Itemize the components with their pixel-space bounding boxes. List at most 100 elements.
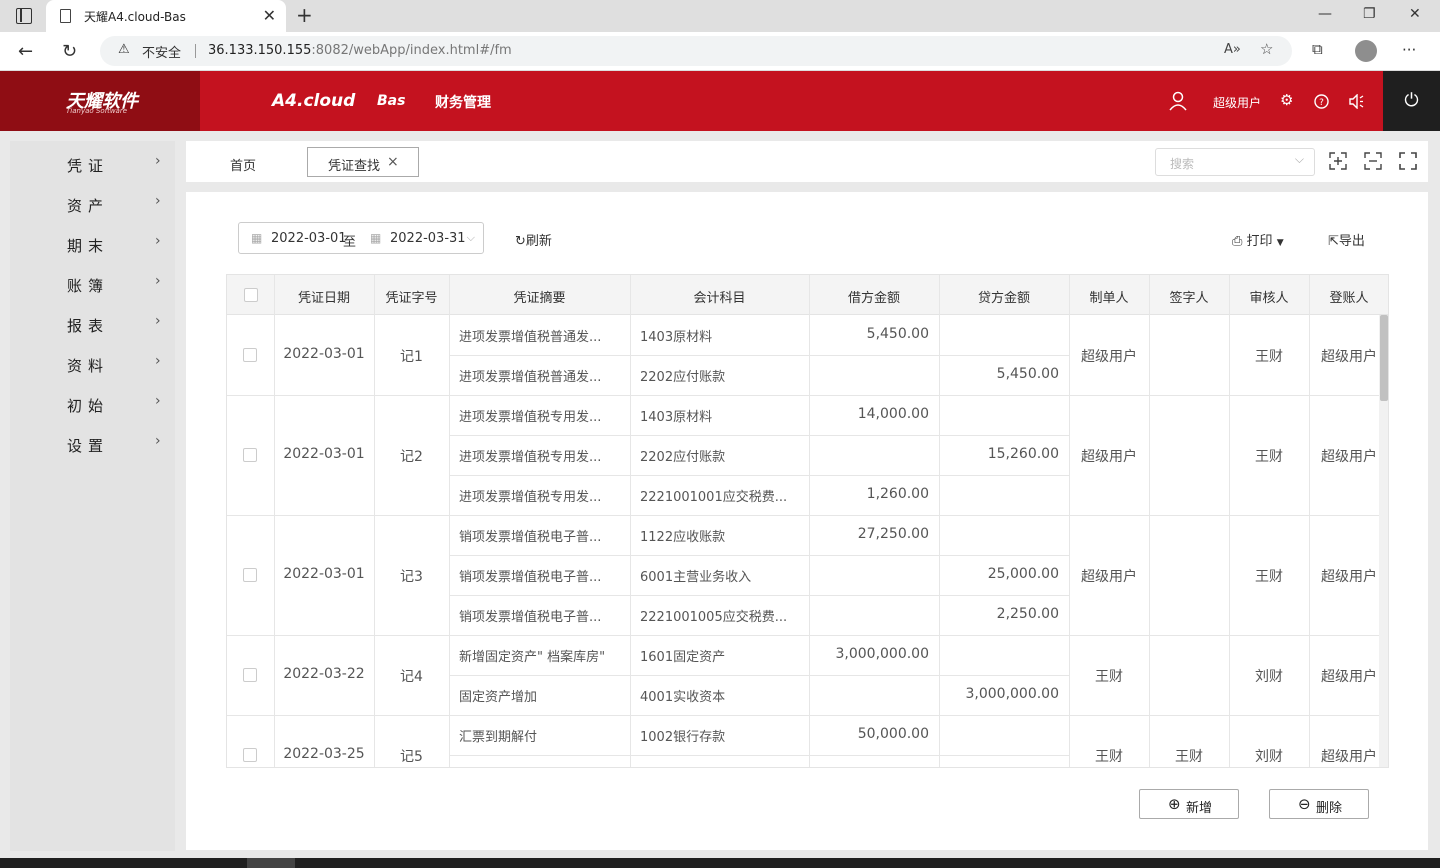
sidebar-item-settings[interactable]: 设置 › (10, 423, 175, 463)
voucher-number: 记2 (400, 449, 423, 465)
row-divider (227, 515, 1379, 516)
new-tab-icon[interactable]: + (296, 3, 313, 27)
column-header[interactable]: 凭证字号 (374, 287, 449, 306)
search-input[interactable]: 搜索 ⌵ (1155, 148, 1315, 176)
user-name[interactable]: 超级用户 (1213, 94, 1261, 111)
svg-text:?: ? (1319, 98, 1324, 108)
close-icon[interactable]: × (387, 154, 399, 170)
maker-name: 超级用户 (1081, 569, 1137, 585)
line-summary: 新增固定资产" 档案库房" (459, 650, 606, 665)
line-summary: 进项发票增值税专用发... (459, 490, 602, 505)
column-divider (630, 275, 631, 767)
auditor-name: 刘财 (1255, 749, 1283, 765)
sidebar-item-ledger[interactable]: 账簿 › (10, 263, 175, 303)
column-header[interactable]: 会计科目 (630, 287, 809, 306)
tab-label: 凭证查找 (328, 159, 381, 174)
chevron-right-icon: › (155, 273, 161, 289)
close-tab-icon[interactable]: ✕ (263, 6, 276, 25)
scrollbar-thumb[interactable] (1380, 315, 1388, 401)
minimize-icon[interactable]: — (1318, 6, 1332, 22)
restore-icon[interactable]: ❐ (1363, 6, 1376, 22)
zoom-out-icon[interactable] (1364, 152, 1382, 170)
section-name[interactable]: 财务管理 (435, 92, 491, 112)
fullscreen-icon[interactable] (1399, 152, 1417, 170)
chevron-right-icon: › (155, 153, 161, 169)
add-button[interactable]: ⊕ 新增 (1139, 789, 1239, 819)
column-header[interactable]: 登账人 (1309, 287, 1388, 306)
line-summary: 进项发票增值税专用发... (459, 450, 602, 465)
tab-home[interactable]: 首页 (230, 155, 256, 174)
power-button[interactable]: ⏻ (1383, 71, 1440, 131)
calendar-icon: ▦ (251, 231, 263, 245)
speaker-icon[interactable] (1348, 94, 1364, 109)
profile-avatar[interactable] (1355, 40, 1377, 62)
row-checkbox[interactable] (243, 748, 257, 762)
line-account: 6001主营业务收入 (640, 570, 752, 585)
column-header[interactable]: 凭证摘要 (449, 287, 630, 306)
sidebar-item-label: 资料 (67, 357, 110, 375)
select-all-checkbox[interactable] (244, 288, 258, 302)
caret-down-icon: ▼ (1276, 238, 1284, 248)
reload-icon[interactable]: ↻ (62, 41, 77, 62)
zoom-in-icon[interactable] (1329, 152, 1347, 170)
scrollbar[interactable] (1379, 315, 1388, 767)
row-checkbox[interactable] (243, 348, 257, 362)
column-header[interactable]: 凭证日期 (274, 287, 374, 306)
sidebar-item-data[interactable]: 资料 › (10, 343, 175, 383)
taskbar-active-app[interactable] (247, 858, 295, 868)
delete-label: 删除 (1316, 801, 1343, 816)
sidebar-item-label: 初始 (67, 397, 110, 415)
row-checkbox[interactable] (243, 568, 257, 582)
settings-icon[interactable]: ⚙ (1280, 91, 1293, 109)
column-divider (449, 275, 450, 767)
back-icon[interactable]: ← (18, 41, 33, 62)
url-input[interactable]: ⚠ 不安全 36.133.150.155:8082/webApp/index.h… (100, 36, 1292, 66)
sidebar-item-label: 资产 (67, 197, 110, 215)
tab-voucher-search[interactable]: 凭证查找 × (307, 147, 419, 177)
column-divider (1229, 275, 1230, 767)
collections-icon[interactable]: ⧉ (1312, 40, 1323, 58)
module-name[interactable]: Bas (377, 93, 405, 109)
user-icon[interactable] (1169, 91, 1187, 111)
date-end: 2022-03-31 (390, 231, 466, 246)
tab-actions-icon[interactable] (16, 8, 32, 24)
help-icon[interactable]: ? (1314, 94, 1329, 109)
voucher-date: 2022-03-22 (283, 666, 365, 682)
row-divider (227, 395, 1379, 396)
line-account: 1403原材料 (640, 410, 713, 425)
chevron-right-icon: › (155, 393, 161, 409)
url-host: 36.133.150.155 (208, 43, 312, 58)
auditor-name: 王财 (1255, 569, 1283, 585)
read-aloud-icon[interactable]: A» (1224, 42, 1241, 57)
column-header[interactable]: 制单人 (1069, 287, 1149, 306)
column-header[interactable]: 审核人 (1229, 287, 1309, 306)
close-window-icon[interactable]: ✕ (1409, 6, 1421, 22)
browser-tab[interactable]: 天耀A4.cloud-Bas ✕ (46, 0, 286, 32)
column-header[interactable]: 借方金额 (809, 287, 939, 306)
credit-amount: 15,260.00 (987, 446, 1059, 462)
sidebar-item-initial[interactable]: 初始 › (10, 383, 175, 423)
maker-name: 王财 (1095, 749, 1123, 765)
row-checkbox[interactable] (243, 448, 257, 462)
sidebar-item-label: 期末 (67, 237, 110, 255)
export-button[interactable]: ⇱导出 (1328, 230, 1365, 249)
row-divider (227, 715, 1379, 716)
sidebar-item-period-end[interactable]: 期末 › (10, 223, 175, 263)
credit-amount: 2,250.00 (996, 606, 1059, 622)
print-button[interactable]: ⎙ 打印 ▼ (1232, 230, 1284, 249)
browser-tab-bar: 天耀A4.cloud-Bas ✕ + — ❐ ✕ (0, 0, 1440, 32)
sidebar-item-voucher[interactable]: 凭证 › (10, 143, 175, 183)
column-divider (809, 275, 810, 767)
column-header[interactable]: 贷方金额 (939, 287, 1069, 306)
column-header[interactable]: 签字人 (1149, 287, 1229, 306)
calendar-icon: ▦ (370, 231, 382, 245)
delete-button[interactable]: ⊖ 删除 (1269, 789, 1369, 819)
refresh-button[interactable]: ↻刷新 (515, 230, 552, 249)
line-summary: 进项发票增值税普通发... (459, 370, 602, 385)
sidebar-item-reports[interactable]: 报表 › (10, 303, 175, 343)
favorite-icon[interactable]: ☆ (1260, 40, 1273, 58)
date-range-picker[interactable]: ▦ 2022-03-01 至 ▦ 2022-03-31 ⌵ (238, 222, 484, 254)
row-checkbox[interactable] (243, 668, 257, 682)
more-icon[interactable]: ··· (1402, 41, 1416, 59)
sidebar-item-assets[interactable]: 资产 › (10, 183, 175, 223)
